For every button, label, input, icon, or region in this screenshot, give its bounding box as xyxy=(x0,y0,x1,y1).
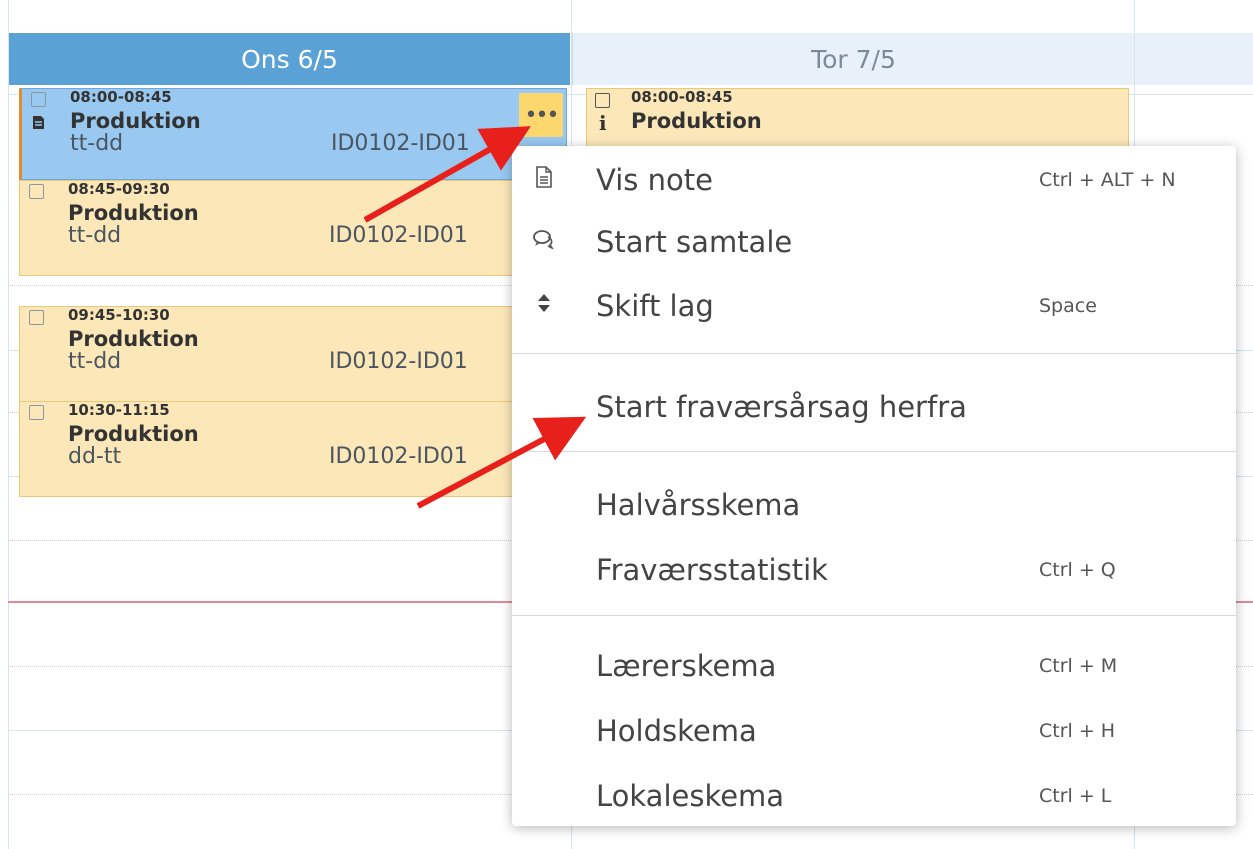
menu-item-holdskema[interactable]: Holdskema Ctrl + H xyxy=(512,701,1236,761)
menu-item-label: Start fraværsårsag herfra xyxy=(596,390,967,424)
menu-item-laererskema[interactable]: Lærerskema Ctrl + M xyxy=(512,636,1236,696)
event-group: tt-dd xyxy=(68,349,122,374)
menu-item-skift-lag[interactable]: Skift lag Space xyxy=(512,276,1236,336)
lesson-event[interactable]: 08:45-09:30 Produktion tt-dd ID0102-ID01 xyxy=(19,180,567,276)
menu-item-shortcut: Ctrl + ALT + N xyxy=(1039,169,1176,191)
menu-item-label: Holdskema xyxy=(596,714,757,748)
event-group: dd-tt xyxy=(68,444,122,469)
menu-item-shortcut: Ctrl + Q xyxy=(1039,559,1116,581)
menu-separator xyxy=(512,353,1236,354)
menu-item-lokaleskema[interactable]: Lokaleskema Ctrl + L xyxy=(512,766,1236,826)
event-time: 09:45-10:30 xyxy=(68,306,170,324)
day-header-next xyxy=(1135,33,1253,85)
event-time: 08:00-08:45 xyxy=(70,88,172,106)
menu-item-label: Vis note xyxy=(596,163,713,197)
menu-item-label: Start samtale xyxy=(596,225,793,259)
event-title: Produktion xyxy=(631,109,762,133)
menu-item-label: Fraværsstatistik xyxy=(596,553,828,587)
menu-item-start-samtale[interactable]: Start samtale xyxy=(512,212,1236,272)
event-time: 10:30-11:15 xyxy=(68,401,170,419)
menu-item-label: Lokaleskema xyxy=(596,779,785,813)
info-icon: i xyxy=(599,111,607,135)
event-id: ID0102-ID01 xyxy=(329,444,468,469)
note-icon xyxy=(530,166,558,194)
event-title: Produktion xyxy=(68,327,199,351)
menu-item-label: Lærerskema xyxy=(596,649,777,683)
menu-separator xyxy=(512,451,1236,452)
menu-item-start-fravaersaarsag[interactable]: Start fraværsårsag herfra xyxy=(512,377,1236,437)
event-title: Produktion xyxy=(68,201,199,225)
event-checkbox[interactable] xyxy=(31,92,46,107)
day-header-label: Ons 6/5 xyxy=(241,44,338,74)
event-id: ID0102-ID01 xyxy=(329,223,468,248)
menu-item-halvaarsskema[interactable]: Halvårsskema xyxy=(512,475,1236,535)
lesson-event-selected[interactable]: 08:00-08:45 Produktion tt-dd ID0102-ID01… xyxy=(19,88,567,180)
day-header-thursday[interactable]: Tor 7/5 xyxy=(572,33,1134,85)
chat-icon xyxy=(530,229,558,255)
event-id: ID0102-ID01 xyxy=(329,349,468,374)
event-checkbox[interactable] xyxy=(29,405,44,420)
note-icon xyxy=(32,115,45,134)
event-checkbox[interactable] xyxy=(595,93,610,108)
grid-vertical-line xyxy=(8,0,9,849)
menu-item-shortcut: Space xyxy=(1039,295,1097,317)
menu-item-shortcut: Ctrl + L xyxy=(1039,785,1112,807)
menu-item-shortcut: Ctrl + M xyxy=(1039,655,1118,677)
context-menu: Vis note Ctrl + ALT + N Start samtale Sk… xyxy=(512,146,1236,826)
event-id: ID0102-ID01 xyxy=(331,131,470,156)
event-time: 08:45-09:30 xyxy=(68,180,170,198)
event-group: tt-dd xyxy=(70,131,124,156)
menu-separator xyxy=(512,615,1236,616)
menu-item-shortcut: Ctrl + H xyxy=(1039,720,1116,742)
event-checkbox[interactable] xyxy=(29,310,44,325)
menu-item-label: Halvårsskema xyxy=(596,488,801,522)
lesson-event[interactable]: 08:00-08:45 i Produktion xyxy=(586,88,1129,148)
menu-item-vis-note[interactable]: Vis note Ctrl + ALT + N xyxy=(512,150,1236,210)
lesson-event[interactable]: 10:30-11:15 Produktion dd-tt ID0102-ID01 xyxy=(19,401,567,497)
event-checkbox[interactable] xyxy=(29,184,44,199)
event-title: Produktion xyxy=(68,422,199,446)
menu-item-label: Skift lag xyxy=(596,289,714,323)
event-time: 08:00-08:45 xyxy=(631,88,733,106)
sort-icon xyxy=(530,293,558,319)
menu-item-fravaersstatistik[interactable]: Fraværsstatistik Ctrl + Q xyxy=(512,540,1236,600)
day-header-label: Tor 7/5 xyxy=(811,44,896,74)
event-title: Produktion xyxy=(70,109,201,133)
day-header-wednesday[interactable]: Ons 6/5 xyxy=(9,33,570,85)
more-options-button[interactable]: ••• xyxy=(519,93,563,137)
event-group: tt-dd xyxy=(68,223,122,248)
lesson-event[interactable]: 09:45-10:30 Produktion tt-dd ID0102-ID01 xyxy=(19,306,567,402)
